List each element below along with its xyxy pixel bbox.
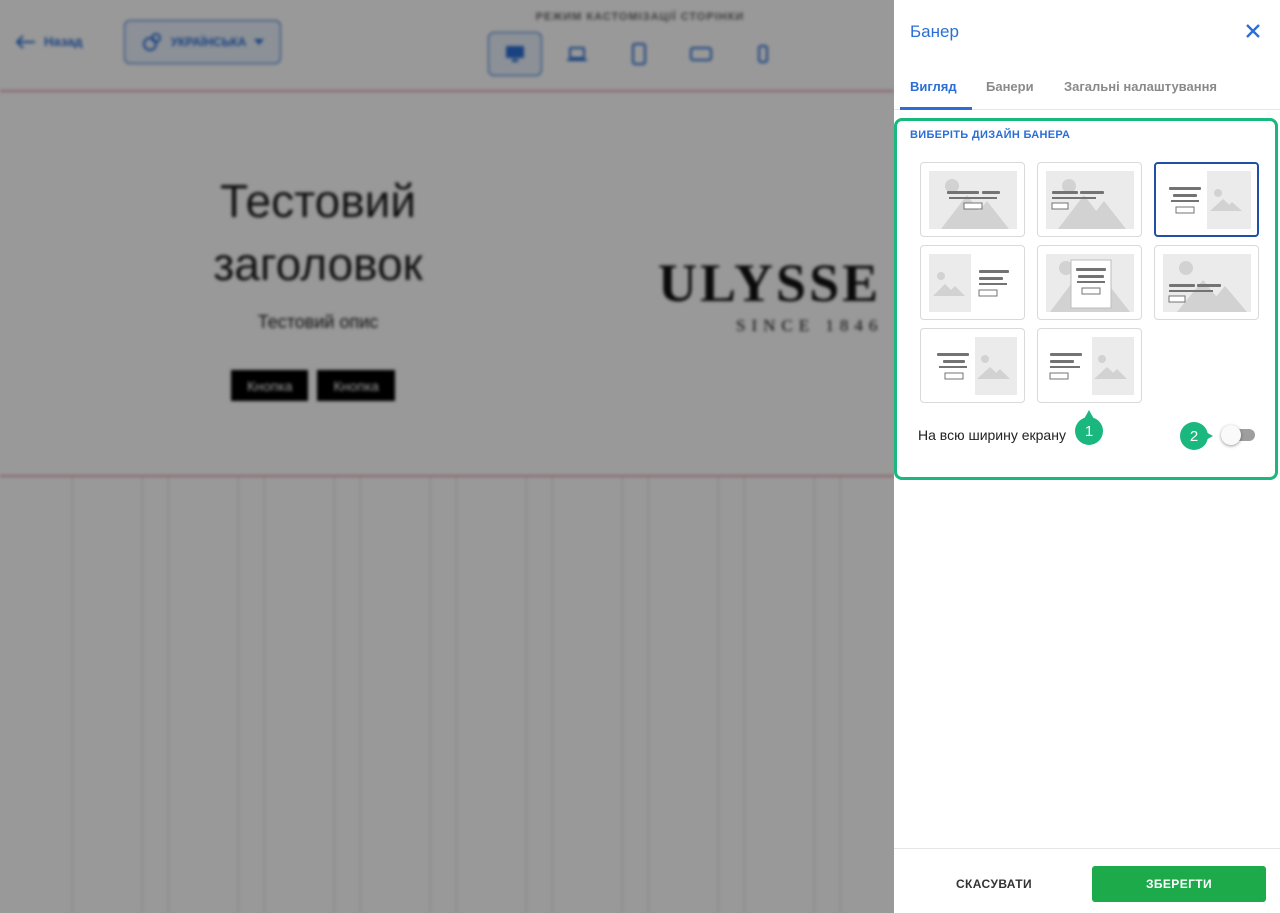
panel-tabs: Вигляд Банери Загальні налаштування <box>894 66 1280 110</box>
banner-layout-thumbnail-icon <box>928 170 1017 229</box>
callout-marker-2: 2 <box>1180 422 1213 450</box>
toggle-knob <box>1221 425 1241 445</box>
tab-banners[interactable]: Банери <box>986 79 1034 94</box>
banner-design-option-1[interactable] <box>920 162 1025 237</box>
section-label: ВИБЕРІТЬ ДИЗАЙН БАНЕРА <box>910 129 1071 141</box>
banner-design-option-3[interactable] <box>1154 162 1259 237</box>
active-tab-indicator <box>900 107 972 110</box>
banner-design-option-5[interactable] <box>1037 245 1142 320</box>
banner-layout-thumbnail-icon <box>1162 253 1251 312</box>
tab-general-settings[interactable]: Загальні налаштування <box>1064 79 1217 94</box>
full-width-label: На всю ширину екрану <box>918 427 1066 443</box>
banner-layout-thumbnail-icon <box>1045 336 1134 395</box>
banner-layout-thumbnail-icon <box>1045 253 1134 312</box>
banner-layout-thumbnail-icon <box>1162 170 1251 229</box>
banner-design-option-2[interactable] <box>1037 162 1142 237</box>
banner-layout-thumbnail-icon <box>928 253 1017 312</box>
banner-layout-thumbnail-icon <box>1045 170 1134 229</box>
callout-marker-1: 1 <box>1075 410 1103 445</box>
banner-design-option-8[interactable] <box>1037 328 1142 403</box>
banner-design-option-6[interactable] <box>1154 245 1259 320</box>
close-icon[interactable] <box>1244 22 1262 40</box>
callout-number: 1 <box>1084 422 1094 440</box>
banner-design-grid <box>920 162 1259 403</box>
page-editor: Назад УКРАЇНСЬКА РЕЖИМ КАСТОМІЗАЦІЇ СТОР… <box>0 0 894 913</box>
modal-overlay[interactable] <box>0 0 894 913</box>
callout-number: 2 <box>1189 427 1199 445</box>
banner-layout-thumbnail-icon <box>928 336 1017 395</box>
full-width-toggle[interactable] <box>1221 425 1257 445</box>
cancel-button[interactable]: СКАСУВАТИ <box>934 869 1054 899</box>
panel-footer: СКАСУВАТИ ЗБЕРЕГТИ <box>894 848 1280 913</box>
banner-design-option-4[interactable] <box>920 245 1025 320</box>
banner-design-option-7[interactable] <box>920 328 1025 403</box>
save-button[interactable]: ЗБЕРЕГТИ <box>1092 866 1266 902</box>
panel-title: Банер <box>910 22 959 41</box>
banner-settings-panel: Банер Вигляд Банери Загальні налаштуванн… <box>894 0 1280 913</box>
tab-view[interactable]: Вигляд <box>910 79 957 94</box>
